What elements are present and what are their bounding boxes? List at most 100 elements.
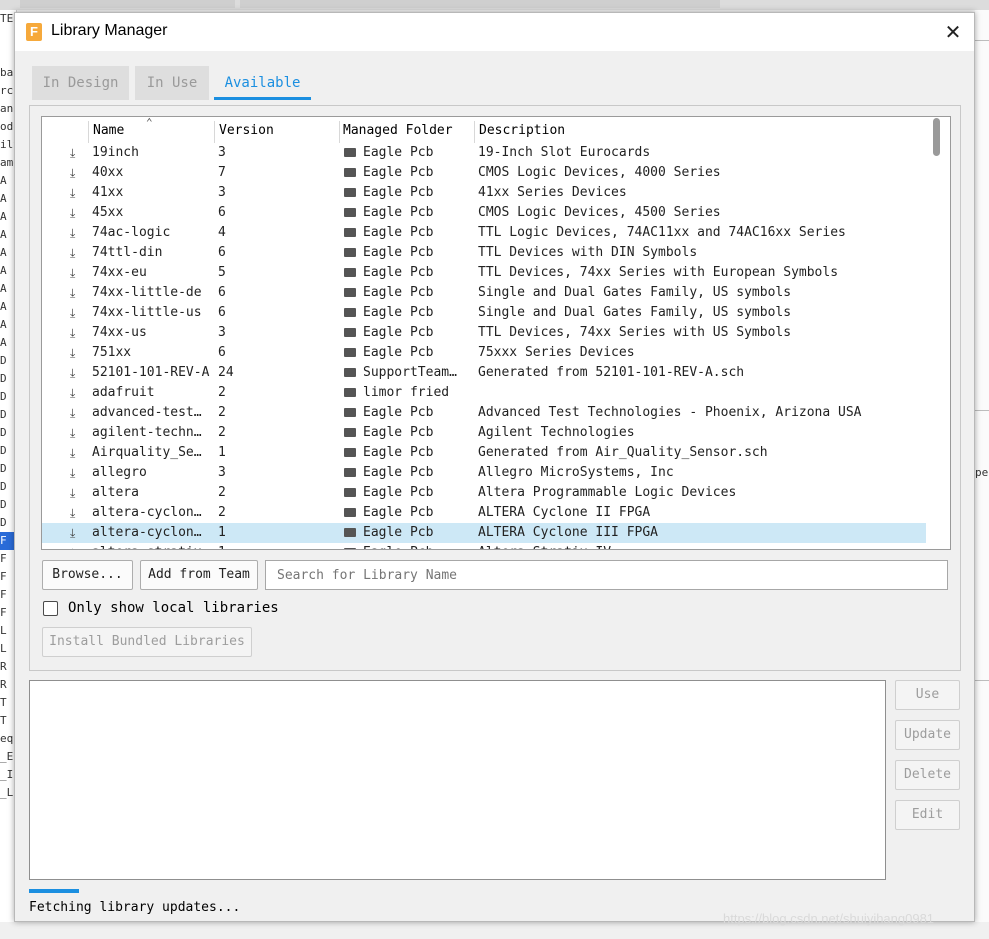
download-icon[interactable]: ⤓ bbox=[70, 483, 84, 503]
folder-icon bbox=[344, 428, 356, 437]
table-row[interactable]: ⤓ 41xx 3 Eagle Pcb 41xx Series Devices bbox=[42, 183, 926, 203]
table-row[interactable]: ⤓ 74xx-eu 5 Eagle Pcb TTL Devices, 74xx Seri… bbox=[42, 263, 926, 283]
update-button[interactable]: Update bbox=[895, 720, 960, 750]
table-row[interactable]: ⤓ 40xx 7 Eagle Pcb CMOS Logic Devices, 4000 … bbox=[42, 163, 926, 183]
managed-folder-name: Eagle Pcb bbox=[363, 505, 434, 520]
table-row[interactable]: ⤓ 74xx-little-us 6 Eagle Pcb Single and Dual… bbox=[42, 303, 926, 323]
folder-icon bbox=[344, 188, 356, 197]
column-separator bbox=[214, 121, 215, 143]
table-row[interactable]: ⤓ 74xx-us 3 Eagle Pcb TTL Devices, 74xx Seri… bbox=[42, 323, 926, 343]
table-row[interactable]: ⤓ 751xx 6 Eagle Pcb 75xxx Series Devices bbox=[42, 343, 926, 363]
download-icon[interactable]: ⤓ bbox=[70, 323, 84, 343]
column-header-managed-folder[interactable]: Managed Folder bbox=[343, 123, 453, 141]
managed-folder-cell: Eagle Pcb bbox=[344, 263, 472, 283]
download-icon[interactable]: ⤓ bbox=[70, 183, 84, 203]
use-button[interactable]: Use bbox=[895, 680, 960, 710]
tab-in-design[interactable]: In Design bbox=[32, 66, 129, 100]
table-row[interactable]: ⤓ 52101-101-REV-A 24 SupportTeam… Generated … bbox=[42, 363, 926, 383]
library-description: 75xxx Series Devices bbox=[478, 345, 635, 360]
library-description: Altera Programmable Logic Devices bbox=[478, 485, 737, 500]
folder-icon bbox=[344, 388, 356, 397]
tab-in-use[interactable]: In Use bbox=[135, 66, 209, 100]
library-search-input[interactable] bbox=[265, 560, 948, 590]
table-row[interactable]: ⤓ agilent-techn… 2 Eagle Pcb Agilent Technol… bbox=[42, 423, 926, 443]
column-header-description[interactable]: Description bbox=[479, 123, 565, 141]
table-row[interactable]: ⤓ Airquality_Se… 1 Eagle Pcb Generated from … bbox=[42, 443, 926, 463]
edit-button[interactable]: Edit bbox=[895, 800, 960, 830]
column-header-version[interactable]: Version bbox=[219, 123, 274, 141]
download-icon[interactable]: ⤓ bbox=[70, 343, 84, 363]
library-name: adafruit bbox=[92, 385, 155, 400]
library-version: 6 bbox=[218, 285, 226, 300]
managed-folder-cell: SupportTeam… bbox=[344, 363, 472, 383]
folder-icon bbox=[344, 148, 356, 157]
column-header-name[interactable]: Name bbox=[93, 123, 124, 141]
library-description: Altera Stratix IV bbox=[478, 543, 918, 549]
download-icon[interactable]: ⤓ bbox=[70, 143, 84, 163]
table-row[interactable]: ⤓ 74xx-little-de 6 Eagle Pcb Single and Dual… bbox=[42, 283, 926, 303]
download-icon[interactable]: ⤓ bbox=[70, 303, 84, 323]
add-from-team-button[interactable]: Add from Team bbox=[140, 560, 258, 590]
table-row[interactable]: ⤓ 45xx 6 Eagle Pcb CMOS Logic Devices, 4500 … bbox=[42, 203, 926, 223]
library-version: 1 bbox=[218, 525, 226, 540]
download-icon[interactable]: ⤓ bbox=[70, 463, 84, 483]
download-icon[interactable]: ⤓ bbox=[70, 243, 84, 263]
library-version: 6 bbox=[218, 345, 226, 360]
download-icon[interactable]: ⤓ bbox=[70, 203, 84, 223]
table-row[interactable]: ⤓ 19inch 3 Eagle Pcb 19-Inch Slot Eurocards bbox=[42, 143, 926, 163]
table-row[interactable]: ⤓ 74ttl-din 6 Eagle Pcb TTL Devices with DIN… bbox=[42, 243, 926, 263]
table-row[interactable]: ⤓ altera-cyclon… 2 Eagle Pcb ALTERA Cyclone … bbox=[42, 503, 926, 523]
table-row[interactable]: ⤓ advanced-test… 2 Eagle Pcb Advanced Test T… bbox=[42, 403, 926, 423]
download-icon[interactable]: ⤓ bbox=[70, 503, 84, 523]
table-row[interactable]: ⤓ 74ac-logic 4 Eagle Pcb TTL Logic Devices, … bbox=[42, 223, 926, 243]
managed-folder-name: Eagle Pcb bbox=[363, 185, 434, 200]
table-header: ⌃ Name Version Managed Folder Descriptio… bbox=[42, 117, 926, 143]
managed-folder-cell: Eagle Pcb bbox=[344, 183, 472, 203]
download-icon[interactable]: ⤓ bbox=[70, 263, 84, 283]
library-description: Single and Dual Gates Family, US symbols bbox=[478, 305, 792, 320]
download-icon[interactable]: ⤓ bbox=[70, 523, 84, 543]
managed-folder-name: SupportTeam… bbox=[363, 365, 457, 380]
library-description: Advanced Test Technologies - Phoenix, Ar… bbox=[478, 405, 862, 420]
download-icon[interactable]: ⤓ bbox=[70, 223, 84, 243]
folder-icon bbox=[344, 348, 356, 357]
delete-button[interactable]: Delete bbox=[895, 760, 960, 790]
library-name: 74ac-logic bbox=[92, 225, 171, 240]
table-body: ⤓ 19inch 3 Eagle Pcb 19-Inch Slot Eurocards ⤓… bbox=[42, 143, 926, 549]
browse-button[interactable]: Browse... bbox=[42, 560, 133, 590]
download-icon[interactable]: ⤓ bbox=[70, 543, 84, 549]
library-description: TTL Devices with DIN Symbols bbox=[478, 245, 698, 260]
download-icon[interactable]: ⤓ bbox=[70, 383, 84, 403]
background-divider bbox=[975, 680, 989, 681]
table-row[interactable]: ⤓ adafruit 2 limor fried bbox=[42, 383, 926, 403]
only-local-checkbox[interactable] bbox=[43, 601, 58, 616]
folder-icon bbox=[344, 408, 356, 417]
download-icon[interactable]: ⤓ bbox=[70, 163, 84, 183]
managed-folder-name: Eagle Pcb bbox=[363, 145, 434, 160]
library-manager-dialog: F Library Manager ✕ In Design In Use Ava… bbox=[14, 12, 975, 922]
library-description: Allegro MicroSystems, Inc bbox=[478, 465, 674, 480]
table-row[interactable]: ⤓ allegro 3 Eagle Pcb Allegro MicroSystems, … bbox=[42, 463, 926, 483]
close-button[interactable]: ✕ bbox=[942, 21, 964, 43]
download-icon[interactable]: ⤓ bbox=[70, 423, 84, 443]
table-row[interactable]: ⤓ altera 2 Eagle Pcb Altera Programmable Log… bbox=[42, 483, 926, 503]
library-version: 3 bbox=[218, 325, 226, 340]
download-icon[interactable]: ⤓ bbox=[70, 363, 84, 383]
background-right-pane: pe bbox=[975, 10, 989, 939]
download-icon[interactable]: ⤓ bbox=[70, 283, 84, 303]
tab-available[interactable]: Available bbox=[214, 66, 311, 100]
download-icon[interactable]: ⤓ bbox=[70, 443, 84, 463]
library-name: 19inch bbox=[92, 145, 139, 160]
library-name: 45xx bbox=[92, 205, 124, 220]
scrollbar-thumb[interactable] bbox=[933, 118, 940, 156]
download-icon[interactable]: ⤓ bbox=[70, 403, 84, 423]
table-row[interactable]: ⤓ altera-stratix 1 Eagle Pcb Altera Stratix … bbox=[42, 543, 926, 549]
library-name: altera-cyclon… bbox=[92, 525, 202, 540]
library-version: 24 bbox=[218, 365, 234, 380]
table-row[interactable]: ⤓ altera-cyclon… 1 Eagle Pcb ALTERA Cyclone … bbox=[42, 523, 926, 543]
managed-folder-name: Eagle Pcb bbox=[363, 545, 433, 549]
only-local-label[interactable]: Only show local libraries bbox=[68, 600, 279, 616]
install-bundled-libraries-button[interactable]: Install Bundled Libraries bbox=[42, 627, 252, 657]
library-description: Generated from Air_Quality_Sensor.sch bbox=[478, 445, 768, 460]
table-scrollbar[interactable] bbox=[928, 117, 950, 549]
